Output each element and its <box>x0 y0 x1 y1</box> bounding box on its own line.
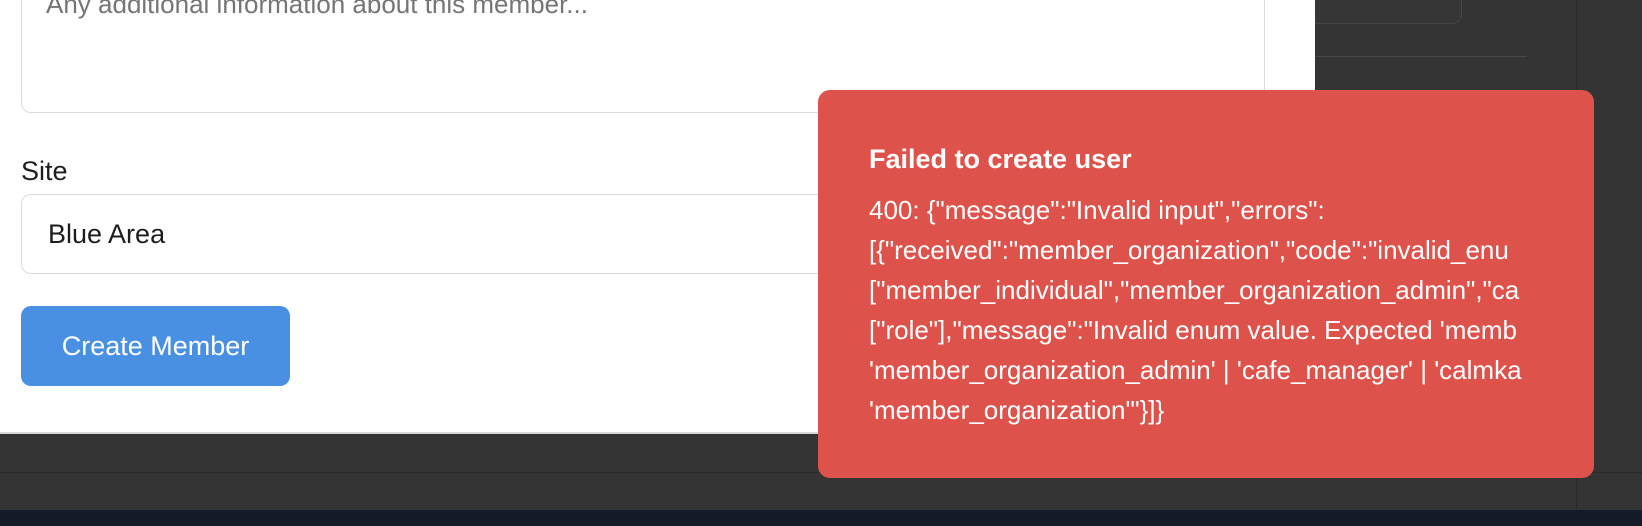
toast-message-line: [{"received":"member_organization","code… <box>869 235 1509 265</box>
screen: Site Create Member Failed to create user… <box>0 0 1642 526</box>
toast-message-line: ["role"],"message":"Invalid enum value. … <box>869 315 1517 345</box>
toast-message-line: ["member_individual","member_organizatio… <box>869 275 1520 305</box>
toast-title: Failed to create user <box>869 144 1132 174</box>
site-label: Site <box>21 156 68 186</box>
create-member-button[interactable]: Create Member <box>21 306 290 386</box>
toast-message-line: 'member_organization'"}]} <box>869 395 1165 425</box>
toast-message-line: 'member_organization_admin' | 'cafe_mana… <box>869 355 1522 385</box>
toast-message: 400: {"message":"Invalid input","errors"… <box>869 190 1594 430</box>
error-toast[interactable]: Failed to create user 400: {"message":"I… <box>818 90 1594 478</box>
background-divider <box>1315 56 1527 57</box>
toast-message-line: 400: {"message":"Invalid input","errors"… <box>869 195 1325 225</box>
window-bottom-edge <box>0 510 1642 526</box>
